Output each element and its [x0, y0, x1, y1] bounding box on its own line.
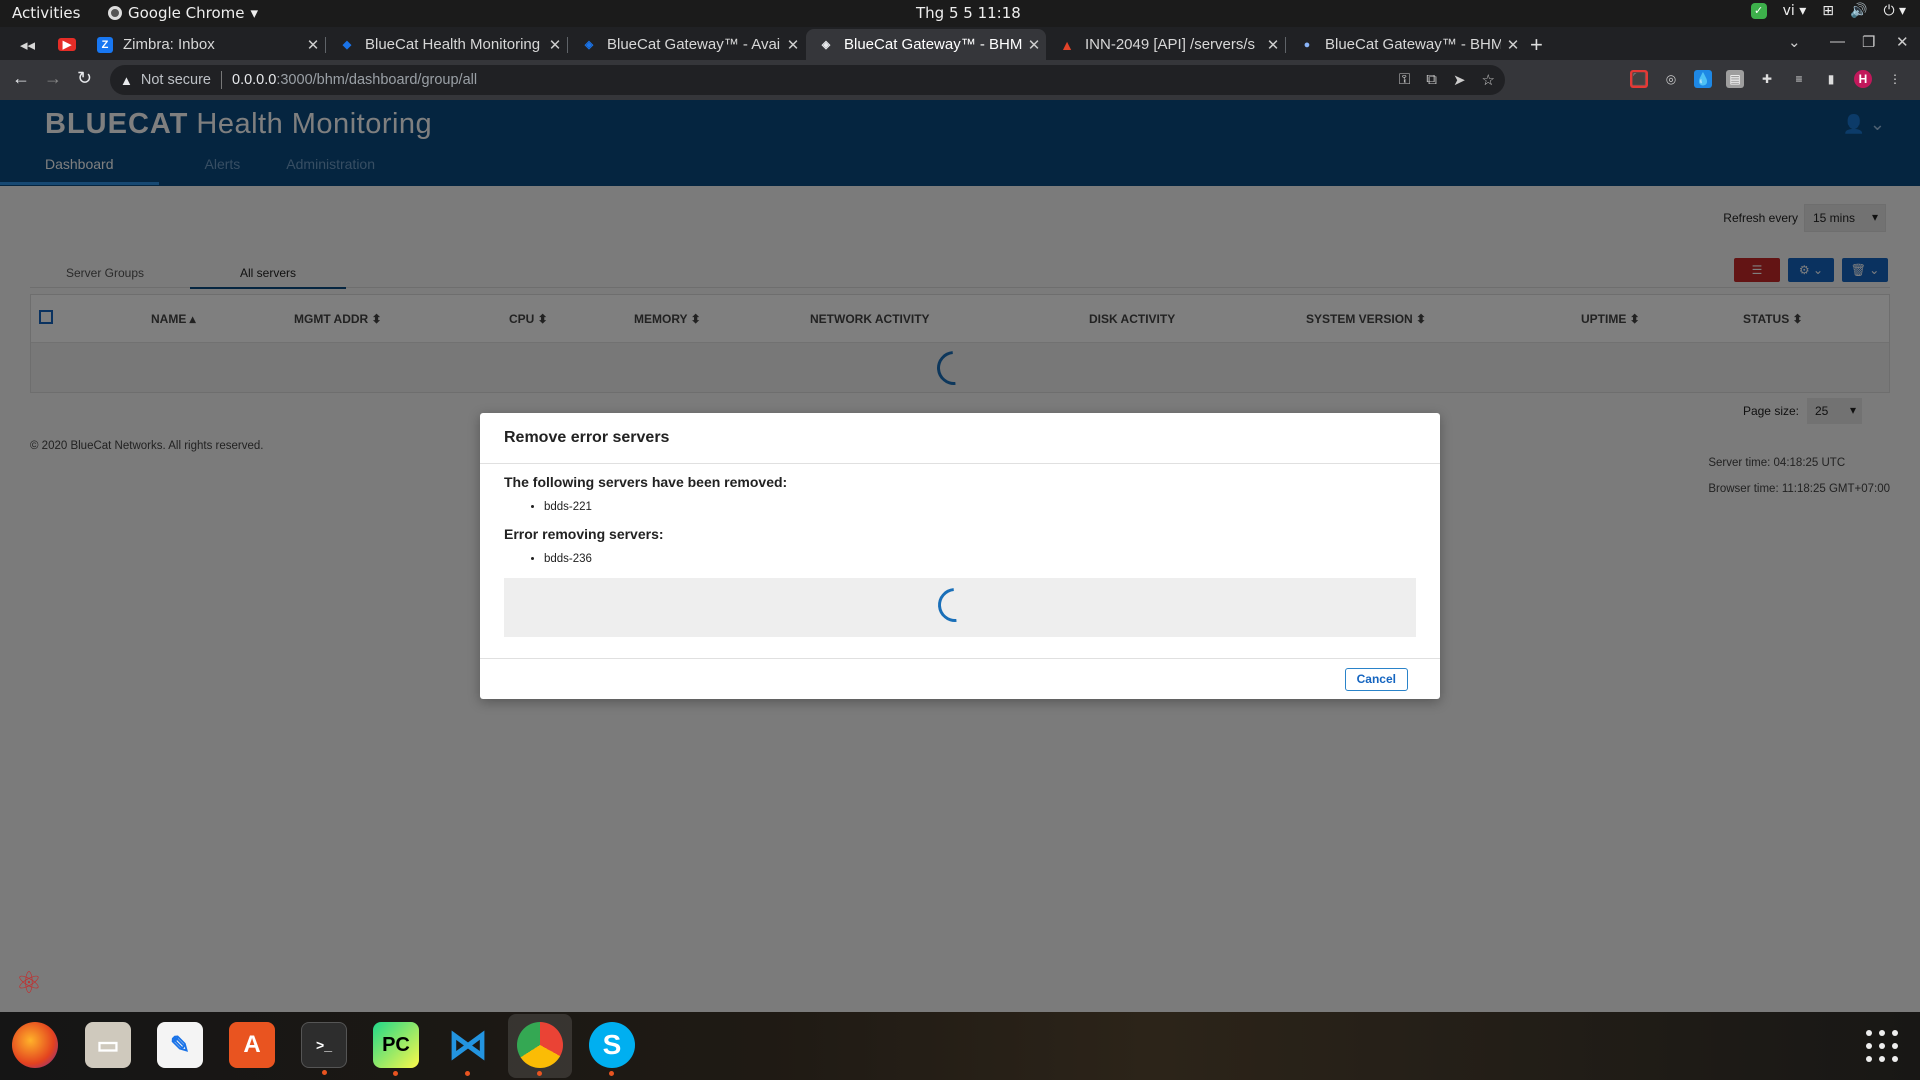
dialog-loading-area [504, 578, 1416, 637]
window-close-button[interactable]: ✕ [1896, 33, 1909, 51]
new-tab-button[interactable]: + [1530, 32, 1543, 58]
tab-title: INN-2049 [API] /servers/s [1085, 36, 1256, 53]
extension-icon[interactable]: ◎ [1662, 70, 1680, 88]
puzzle-icon[interactable]: ✚ [1758, 70, 1776, 88]
cancel-button[interactable]: Cancel [1344, 668, 1408, 691]
tab-search-button[interactable]: ◂◂ [10, 29, 44, 60]
chevron-down-icon: ▾ [250, 4, 259, 22]
input-language[interactable]: vi ▾ [1783, 3, 1807, 19]
activities-button[interactable]: Activities [12, 4, 80, 22]
translate-icon[interactable]: ⧉ [1426, 71, 1437, 89]
menu-kebab-icon[interactable]: ⋮ [1886, 70, 1904, 88]
loading-spinner [931, 581, 979, 629]
chrome-icon[interactable] [517, 1022, 563, 1076]
close-icon[interactable]: ✕ [1501, 36, 1525, 54]
files-icon[interactable]: ▭ [85, 1022, 131, 1068]
browser-toolbar: ← → ↻ ▲ Not secure 0.0.0.0:3000/bhm/dash… [0, 60, 1920, 100]
close-icon[interactable]: ✕ [1022, 36, 1046, 54]
shield-icon: ◈ [584, 39, 594, 51]
app-menu-label: Google Chrome [128, 4, 245, 22]
dialog-body: The following servers have been removed:… [480, 464, 1440, 647]
app-menu[interactable]: Google Chrome ▾ [108, 4, 258, 22]
list-item: bdds-221 [544, 498, 1416, 516]
terminal-icon[interactable]: >_ [301, 1022, 347, 1075]
shield-icon: ◈ [821, 39, 831, 51]
restore-button[interactable]: ❐ [1862, 33, 1875, 51]
address-bar[interactable]: ▲ Not secure 0.0.0.0:3000/bhm/dashboard/… [110, 65, 1505, 95]
error-list: bdds-236 [544, 550, 1416, 568]
dialog-footer: Cancel [480, 658, 1440, 699]
removed-list: bdds-221 [544, 498, 1416, 516]
network-icon[interactable]: ⊞ [1822, 3, 1834, 19]
zimbra-icon: Z [97, 36, 113, 53]
send-icon[interactable]: ➤ [1453, 71, 1466, 89]
back-arrow-icon[interactable]: ← [12, 68, 30, 89]
bookmark-star-icon[interactable]: ☆ [1482, 71, 1495, 89]
show-applications-icon[interactable] [1866, 1030, 1898, 1062]
close-icon[interactable]: ✕ [543, 36, 567, 54]
remove-error-servers-dialog: Remove error servers The following serve… [480, 413, 1440, 699]
extension-icon[interactable]: 💧 [1694, 70, 1712, 88]
browser-tab-strip: ◂◂ ▶ Z Zimbra: Inbox ✕ ◆ BlueCat Health … [0, 27, 1920, 60]
dialog-title: Remove error servers [480, 413, 1440, 464]
power-icon[interactable]: ⏻ ▾ [1883, 3, 1906, 19]
close-icon[interactable]: ✕ [301, 36, 325, 54]
list-item: bdds-236 [544, 550, 1416, 568]
forward-arrow-icon[interactable]: → [44, 68, 62, 89]
system-tray[interactable]: ✓ vi ▾ ⊞ 🔊 ⏻ ▾ [1750, 3, 1906, 19]
extension-icon[interactable]: ▤ [1726, 70, 1744, 88]
dock: ▭ ✎ A >_ PC ⋈ S [0, 1012, 1920, 1080]
tab-list-button[interactable]: ⌄ [1788, 33, 1801, 51]
warning-icon[interactable]: ▲ [120, 73, 133, 88]
gitlab-icon: ▲ [1060, 36, 1074, 53]
pinned-tab-youtube[interactable]: ▶ [50, 29, 82, 60]
tab-bluecat-gateway-bhm-active[interactable]: ◈ BlueCat Gateway™ - BHM ✕ [806, 29, 1046, 60]
back-to-tab-icon: ◂◂ [20, 36, 36, 54]
tab-title: BlueCat Gateway™ - BHM [844, 36, 1022, 53]
youtube-icon: ▶ [58, 38, 76, 51]
pycharm-icon[interactable]: PC [373, 1022, 419, 1076]
security-indicator[interactable]: Not secure [141, 72, 211, 88]
profile-avatar[interactable]: H [1854, 70, 1872, 88]
tab-title: BlueCat Gateway™ - Avail [607, 36, 781, 53]
removed-heading: The following servers have been removed: [504, 474, 788, 490]
tab-bluecat-health[interactable]: ◆ BlueCat Health Monitoring ✕ [327, 29, 567, 60]
web-page: BLUECATHealth Monitoring 👤 ⌄ Dashboard A… [0, 100, 1920, 1012]
tab-title: BlueCat Gateway™ - BHM [1325, 36, 1501, 53]
side-panel-icon[interactable]: ▮ [1822, 70, 1840, 88]
tab-title: BlueCat Health Monitoring [365, 36, 541, 53]
skype-icon[interactable]: S [589, 1022, 635, 1076]
url-text[interactable]: 0.0.0.0:3000/bhm/dashboard/group/all [232, 72, 477, 88]
vscode-icon[interactable]: ⋈ [445, 1022, 491, 1076]
software-center-icon[interactable]: A [229, 1022, 275, 1068]
chrome-icon [108, 6, 122, 20]
reading-list-icon[interactable]: ≡ [1790, 70, 1808, 88]
close-icon[interactable]: ✕ [1261, 36, 1285, 54]
error-heading: Error removing servers: [504, 526, 664, 542]
clock[interactable]: Thg 5 5 11:18 [916, 4, 1021, 22]
minimize-button[interactable]: — [1830, 33, 1845, 50]
text-editor-icon[interactable]: ✎ [157, 1022, 203, 1068]
key-icon[interactable]: ⚿ [1399, 71, 1410, 89]
system-top-bar: Activities Google Chrome ▾ Thg 5 5 11:18… [0, 0, 1920, 27]
close-icon[interactable]: ✕ [781, 36, 805, 54]
tab-inn-2049[interactable]: ▲ INN-2049 [API] /servers/s ✕ [1047, 29, 1285, 60]
reload-icon[interactable]: ↻ [77, 68, 92, 89]
shield-check-icon[interactable]: ✓ [1750, 3, 1767, 19]
tab-bluecat-gateway-avail[interactable]: ◈ BlueCat Gateway™ - Avail ✕ [569, 29, 805, 60]
react-devtools-icon[interactable]: ⚛ [10, 965, 48, 1003]
volume-icon[interactable]: 🔊 [1850, 3, 1867, 19]
tab-bluecat-gateway-bhm-2[interactable]: ● BlueCat Gateway™ - BHM ✕ [1287, 29, 1525, 60]
tab-zimbra[interactable]: Z Zimbra: Inbox ✕ [85, 29, 325, 60]
bluecat-icon: ◆ [342, 39, 352, 51]
firefox-icon[interactable] [12, 1022, 58, 1068]
globe-icon: ● [1303, 38, 1311, 51]
tab-title: Zimbra: Inbox [123, 36, 215, 53]
extension-icon[interactable]: ⬛ [1630, 70, 1648, 88]
extensions-area: ⬛ ◎ 💧 ▤ ✚ ≡ ▮ H ⋮ [1630, 70, 1904, 88]
